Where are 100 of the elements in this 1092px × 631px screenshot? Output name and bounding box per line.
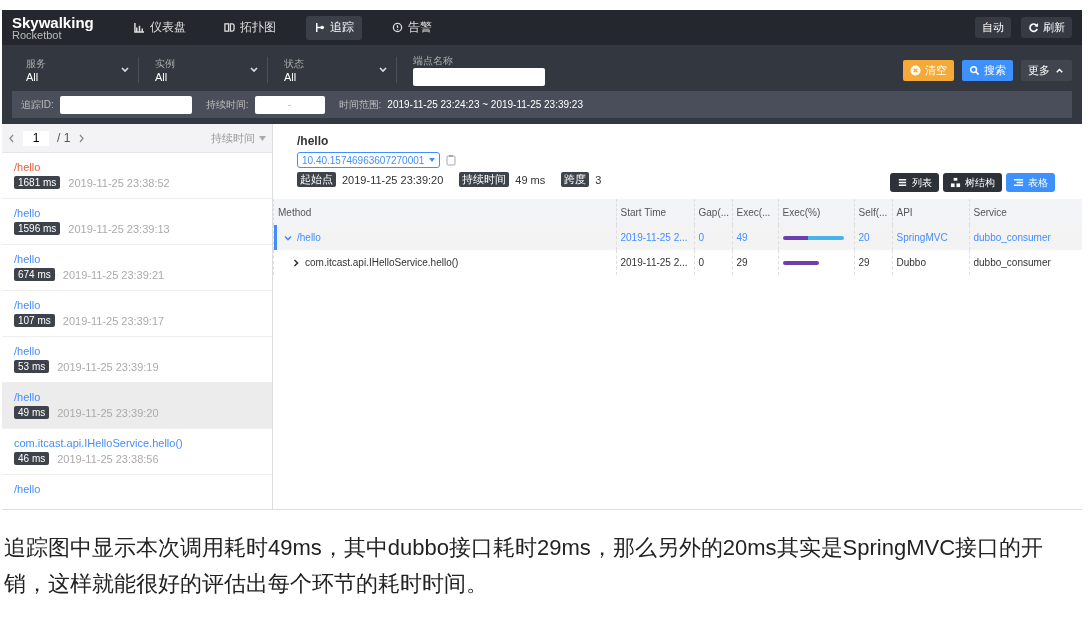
table-cell: 2019-11-25 2... [616,225,694,250]
field-label: 端点名称 [413,54,454,68]
column-header: Service [969,199,1082,225]
duration-badge: 1681 ms [14,176,61,189]
table-cell: 49 [732,225,778,250]
filter-dropdown[interactable]: 实例 All [141,57,268,83]
trace-time: 2019-11-25 23:38:52 [68,176,170,189]
table-cell: Dubbo [892,250,969,275]
table-cell: 0 [694,225,732,250]
previous-page-icon[interactable] [8,133,15,143]
tag-label: 持续时间 [459,172,510,187]
table-cell: 29 [732,250,778,275]
table-cell: SpringMVC [892,225,969,250]
trace-item[interactable]: /hello 674 ms 2019-11-25 23:39:21 [2,245,272,291]
trace-name: com.itcast.api.IHelloService.hello() [14,437,184,449]
trace-name: /hello [14,207,42,219]
trace-time: 2019-11-25 23:39:19 [57,360,159,373]
nav-tab[interactable]: 追踪 [305,15,362,40]
chevron-down-icon[interactable] [284,233,292,242]
column-header: Self(... [854,199,892,225]
duration-badge: 46 ms [14,452,50,465]
nav-tab[interactable]: 拓扑图 [215,15,284,40]
column-header: Exec(... [732,199,778,225]
logo-text: Skywalking [12,14,94,30]
list-icon [897,177,908,188]
trace-name: /hello [14,161,42,173]
article-paragraph: 追踪图中显示本次调用耗时49ms，其中dubbo接口耗时29ms，那么另外的20ms其实是SpringMVC接口的开销，这样就能很好的评估出每个环节的耗时时间。 [4,534,1045,598]
trace-time: 2019-11-25 23:39:21 [62,268,165,281]
tag-value: 49 ms [515,173,546,186]
page-total: / 1 [57,131,71,145]
close-circle-icon [910,64,921,76]
field-label: 追踪ID: [21,97,54,112]
table-icon [1013,177,1024,188]
method-name: com.itcast.api.IHelloService.hello() [305,257,459,268]
duration-badge: 674 ms [14,268,55,281]
trace-item[interactable]: /hello 49 ms 2019-11-25 23:39:20 [2,383,272,429]
duration-badge: 49 ms [14,406,50,419]
clipboard-icon[interactable] [446,154,457,166]
column-header: Method [273,199,616,225]
chevron-down-icon [120,66,130,74]
column-header: API [892,199,969,225]
tag-value: 3 [595,173,602,186]
branch-icon [313,22,325,33]
trace-item[interactable]: /hello 1596 ms 2019-11-25 23:39:13 [2,199,272,245]
chevron-down-icon [378,66,388,74]
topology-icon [223,22,235,33]
trace-name: /hello [14,345,42,357]
duration-badge: 107 ms [14,314,55,327]
duration-field[interactable]: - [254,95,325,114]
column-header: Exec(%) [778,199,854,225]
caret-down-icon [429,158,436,162]
trace-id-field[interactable] [59,95,192,114]
trace-title: /hello [297,134,330,148]
duration-badge: 53 ms [14,360,50,373]
filter-dropdown[interactable]: 状态 All [270,57,397,83]
chevron-down-icon [249,66,259,74]
trace-item[interactable]: /hello 107 ms 2019-11-25 23:39:17 [2,291,272,337]
tag-label: 起始点 [297,172,336,187]
table-cell: 2019-11-25 2... [616,250,694,275]
table-cell: dubbo_consumer [969,250,1082,275]
method-name: /hello [297,232,321,243]
chevron-right-icon[interactable] [292,258,300,267]
time-range: 2019-11-25 23:24:23 ~ 2019-11-25 23:39:23 [387,99,583,110]
trace-name: /hello [14,253,42,265]
filter-dropdown[interactable]: 服务 All [12,57,139,83]
refresh-button[interactable]: 刷新 [1021,17,1072,38]
more-button[interactable]: 更多 [1021,59,1072,81]
nav-tab[interactable]: 仪表盘 [125,15,194,40]
column-header: Gap(... [694,199,732,225]
page-field[interactable]: 1 [23,130,49,146]
trace-item[interactable]: /hello 1681 ms 2019-11-25 23:38:52 [2,153,272,199]
search-icon [969,64,980,76]
trace-time: 2019-11-25 23:39:13 [68,222,170,235]
table-cell: 20 [854,225,892,250]
refresh-icon [1028,22,1039,33]
field-label: 时间范围: [338,97,382,112]
table-cell: 29 [854,250,892,275]
field-label: 持续时间: [205,97,249,112]
trace-name: /hello [14,391,42,403]
endpoint-field[interactable] [413,68,545,86]
trace-name: /hello [14,299,42,311]
view-button[interactable]: 树结构 [943,173,1002,192]
table-cell: dubbo_consumer [969,225,1082,250]
next-page-icon[interactable] [78,133,86,143]
trace-time: 2019-11-25 23:38:56 [57,452,159,465]
column-header: Start Time [616,199,694,225]
view-button[interactable]: 列表 [890,173,939,192]
trace-name: /hello [14,483,42,495]
tree-icon [950,177,961,188]
table-cell: 0 [694,250,732,275]
tag-label: 跨度 [561,172,590,187]
caret-down-icon [259,135,266,141]
alert-icon [391,22,403,33]
trace-time: 2019-11-25 23:39:20 [57,406,159,419]
bar-chart-icon [133,22,145,33]
nav-tab[interactable]: 告警 [383,15,440,40]
auto-button[interactable]: 自动 [975,17,1011,38]
trace-time: 2019-11-25 23:39:17 [62,314,165,327]
trace-item[interactable]: com.itcast.api.IHelloService.hello() 46 ms 2019-11-25 23:38:56 [2,429,272,475]
tag-value: 2019-11-25 23:39:20 [342,173,444,186]
